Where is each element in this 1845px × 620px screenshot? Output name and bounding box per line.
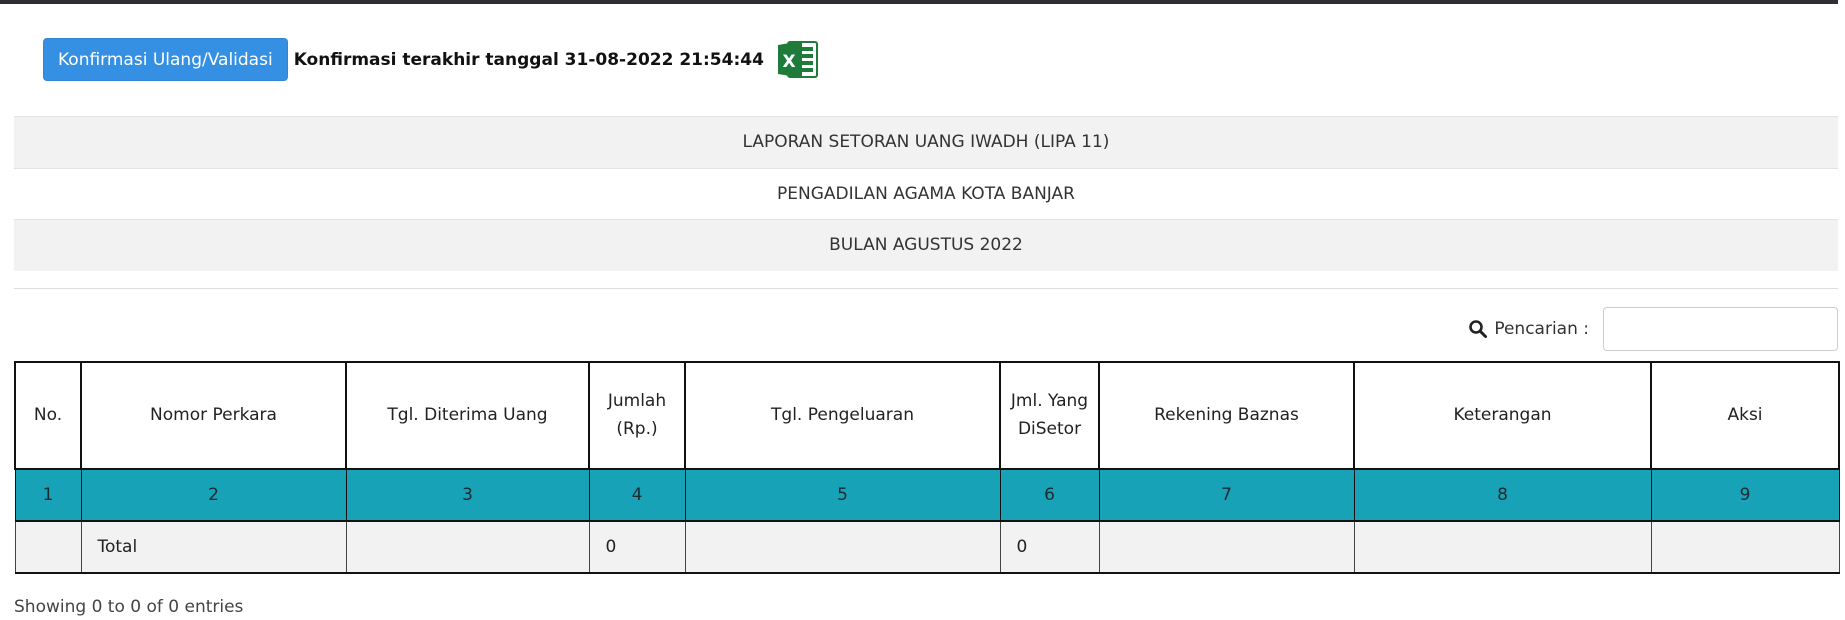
table-entries-info: Showing 0 to 0 of 0 entries	[14, 597, 244, 617]
last-confirmation-text: Konfirmasi terakhir tanggal 31-08-2022 2…	[293, 49, 764, 70]
report-title-block: LAPORAN SETORAN UANG IWADH (LIPA 11) PEN…	[14, 116, 1838, 271]
top-border	[0, 0, 1838, 4]
column-number: 5	[684, 468, 1001, 522]
column-number: 7	[1098, 468, 1355, 522]
total-cell	[684, 520, 1001, 574]
total-cell	[1353, 520, 1652, 574]
column-number: 3	[345, 468, 590, 522]
column-header-jumlah[interactable]: Jumlah (Rp.)	[588, 361, 686, 470]
search-bar: Pencarian :	[1468, 307, 1838, 351]
total-jumlah: 0	[588, 520, 686, 574]
column-header-keterangan[interactable]: Keterangan	[1353, 361, 1652, 470]
excel-icon[interactable]: X	[776, 38, 819, 81]
column-number-row: 1 2 3 4 5 6 7 8 9	[14, 468, 1840, 522]
report-period: BULAN AGUSTUS 2022	[14, 219, 1838, 271]
section-divider	[14, 288, 1838, 289]
column-header-rekening-baznas[interactable]: Rekening Baznas	[1098, 361, 1355, 470]
column-header-aksi[interactable]: Aksi	[1650, 361, 1840, 470]
table-header-row: No. Nomor Perkara Tgl. Diterima Uang Jum…	[14, 361, 1840, 470]
search-icon	[1469, 320, 1488, 338]
total-cell	[345, 520, 590, 574]
total-cell	[1650, 520, 1840, 574]
column-number: 6	[999, 468, 1100, 522]
total-disetor: 0	[999, 520, 1100, 574]
iwadh-report-table: No. Nomor Perkara Tgl. Diterima Uang Jum…	[14, 361, 1840, 574]
column-number: 8	[1353, 468, 1652, 522]
report-title: LAPORAN SETORAN UANG IWADH (LIPA 11)	[14, 116, 1838, 168]
column-header-tgl-pengeluaran[interactable]: Tgl. Pengeluaran	[684, 361, 1001, 470]
svg-text:X: X	[782, 52, 795, 72]
column-header-no[interactable]: No.	[14, 361, 82, 470]
column-header-tgl-diterima[interactable]: Tgl. Diterima Uang	[345, 361, 590, 470]
column-number: 1	[14, 468, 82, 522]
toolbar: Konfirmasi Ulang/Validasi Konfirmasi ter…	[43, 38, 819, 81]
search-label: Pencarian :	[1468, 319, 1589, 339]
total-cell	[14, 520, 82, 574]
column-number: 4	[588, 468, 686, 522]
column-header-jml-disetor[interactable]: Jml. Yang DiSetor	[999, 361, 1100, 470]
total-row: Total 0 0	[14, 520, 1840, 574]
court-name: PENGADILAN AGAMA KOTA BANJAR	[14, 167, 1838, 220]
validate-button[interactable]: Konfirmasi Ulang/Validasi	[43, 38, 288, 81]
total-label: Total	[80, 520, 347, 574]
column-number: 2	[80, 468, 347, 522]
search-input[interactable]	[1603, 307, 1838, 351]
column-header-nomor-perkara[interactable]: Nomor Perkara	[80, 361, 347, 470]
search-label-text: Pencarian :	[1494, 319, 1589, 339]
total-cell	[1098, 520, 1355, 574]
column-number: 9	[1650, 468, 1840, 522]
